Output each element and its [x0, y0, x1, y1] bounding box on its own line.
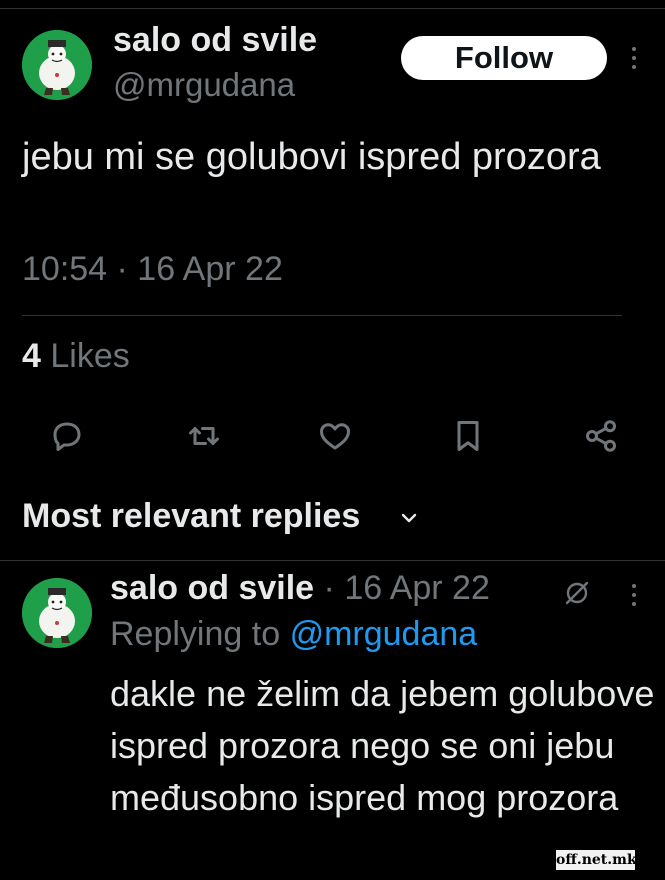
replying-prefix: Replying to	[110, 615, 281, 653]
chevron-down-icon[interactable]	[400, 512, 418, 526]
replying-to: Replying to @mrgudana	[110, 615, 477, 654]
reply-date[interactable]: · 16 Apr 22	[324, 569, 490, 607]
reply-icon[interactable]	[49, 418, 85, 454]
reply-header: salo od svile · 16 Apr 22	[110, 569, 490, 608]
watermark: off.net.mk	[556, 850, 637, 870]
replying-mention-link[interactable]: @mrgudana	[290, 615, 478, 653]
reply-text: dakle ne želim da jebem golubove ispred …	[110, 673, 655, 818]
share-icon[interactable]	[583, 418, 619, 454]
replies-sort-toggle[interactable]: Most relevant replies	[22, 497, 360, 536]
retweet-icon[interactable]	[186, 418, 222, 454]
likes-label: Likes	[50, 337, 130, 375]
likes-count[interactable]: 4 Likes	[22, 337, 130, 376]
bookmark-icon[interactable]	[450, 418, 486, 454]
avatar-image	[22, 578, 92, 648]
likes-number: 4	[22, 337, 41, 375]
follow-button[interactable]: Follow	[401, 36, 607, 80]
author-handle[interactable]: @mrgudana	[113, 66, 295, 104]
grok-icon[interactable]	[562, 578, 592, 608]
avatar[interactable]	[22, 30, 92, 100]
divider	[22, 315, 622, 316]
more-options-icon[interactable]	[627, 45, 641, 71]
tweet-text: jebu mi se golubovi ispred prozora	[22, 136, 601, 178]
reply-more-options-icon[interactable]	[627, 582, 641, 608]
top-divider	[0, 8, 665, 9]
author-name[interactable]: salo od svile	[113, 21, 317, 60]
reply-divider	[0, 560, 665, 561]
like-icon[interactable]	[317, 418, 353, 454]
reply-author-name[interactable]: salo od svile	[110, 569, 314, 607]
reply-avatar[interactable]	[22, 578, 92, 648]
tweet-timestamp[interactable]: 10:54 · 16 Apr 22	[22, 250, 283, 289]
avatar-image	[22, 30, 92, 100]
